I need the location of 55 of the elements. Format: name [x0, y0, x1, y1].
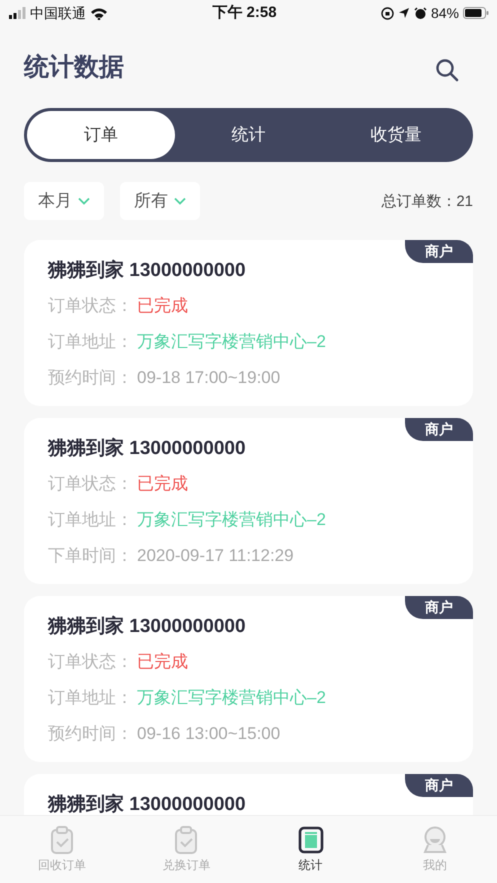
person-icon	[422, 826, 448, 854]
field-label: 订单地址：	[48, 331, 133, 353]
merchant-tag: 商户	[405, 418, 473, 441]
field-label: 预约时间：	[48, 367, 133, 389]
order-card[interactable]: 商户 狒狒到家 13000000000 订单状态： 已完成 订单地址： 万象汇写字楼营销中心–2 预约时间： 09-18 17:00~19:00	[24, 240, 473, 406]
segment-tab[interactable]: 订单	[27, 111, 175, 159]
field-value: 09-16 13:00~15:00	[137, 723, 280, 745]
filter-dropdown[interactable]: 所有	[120, 182, 200, 220]
clipboard-icon	[173, 826, 200, 854]
page-title: 统计数据	[24, 52, 124, 82]
merchant-tag: 商户	[405, 774, 473, 797]
stats-icon	[298, 826, 324, 854]
merchant-tag: 商户	[405, 596, 473, 619]
field-value: 万象汇写字楼营销中心–2	[137, 331, 326, 353]
clock-time: 下午 2:58	[212, 2, 277, 23]
chevron-down-icon	[174, 197, 186, 205]
clipboard-icon	[49, 826, 76, 854]
field-value: 已完成	[137, 295, 188, 317]
field-label: 订单状态：	[48, 295, 133, 317]
battery-percent: 84%	[430, 4, 459, 22]
search-icon[interactable]	[435, 58, 459, 82]
location-icon	[398, 7, 410, 19]
order-card[interactable]: 商户 狒狒到家 13000000000 订单状态： 已完成 订单地址： 万象汇写字楼营销中心–2 下单时间： 2020-09-17 11:12:29	[24, 418, 473, 584]
order-card[interactable]: 商户 狒狒到家 13000000000 订单状态： 已完成 订单地址： 万象汇写字楼营销中心–2 预约时间： 09-16 13:00~15:00	[24, 596, 473, 762]
field-label: 预约时间：	[48, 723, 133, 745]
order-title: 狒狒到家 13000000000	[48, 436, 247, 461]
rotation-lock-icon	[380, 6, 394, 20]
chevron-down-icon	[78, 197, 90, 205]
field-label: 订单地址：	[48, 509, 133, 531]
order-card[interactable]: 商户 狒狒到家 13000000000	[24, 774, 473, 815]
carrier-name: 中国联通	[30, 4, 86, 22]
nav-tab[interactable]: 统计	[248, 816, 373, 883]
battery-icon	[462, 7, 489, 19]
field-value: 万象汇写字楼营销中心–2	[137, 687, 326, 709]
filter-dropdown[interactable]: 本月	[24, 182, 104, 220]
total-count: 21	[456, 192, 473, 212]
order-title: 狒狒到家 13000000000	[48, 792, 247, 815]
total-label: 总订单数：	[381, 192, 456, 212]
field-value: 已完成	[137, 651, 188, 673]
field-value: 已完成	[137, 473, 188, 495]
field-label: 订单地址：	[48, 687, 133, 709]
merchant-tag: 商户	[405, 240, 473, 263]
alarm-icon	[414, 6, 427, 20]
signal-icon	[8, 7, 26, 19]
order-title: 狒狒到家 13000000000	[48, 614, 247, 639]
field-value: 09-18 17:00~19:00	[137, 367, 280, 389]
field-label: 订单状态：	[48, 651, 133, 673]
field-label: 订单状态：	[48, 473, 133, 495]
field-label: 下单时间：	[48, 545, 133, 567]
segment-tab[interactable]: 收货量	[322, 111, 470, 159]
wifi-icon	[90, 6, 108, 20]
segment-tab[interactable]: 统计	[174, 111, 322, 159]
field-value: 万象汇写字楼营销中心–2	[137, 509, 326, 531]
order-title: 狒狒到家 13000000000	[48, 258, 247, 283]
field-value: 2020-09-17 11:12:29	[137, 545, 294, 567]
